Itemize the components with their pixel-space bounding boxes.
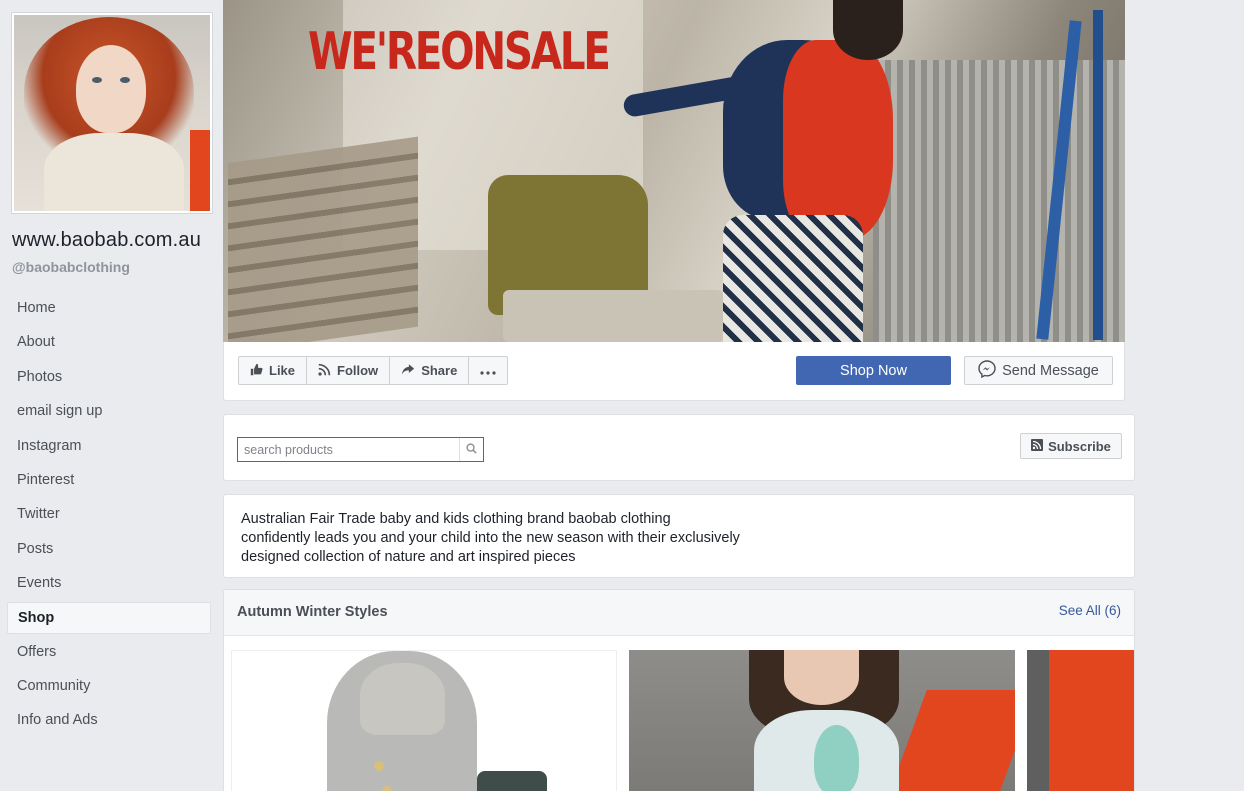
search-products-input[interactable] xyxy=(238,438,459,461)
page-action-bar: Like Follow Share Shop Now Send Message xyxy=(223,342,1125,401)
thumbs-up-icon xyxy=(250,363,263,379)
page-handle[interactable]: @baobabclothing xyxy=(12,259,130,275)
share-arrow-icon xyxy=(401,363,415,379)
like-button[interactable]: Like xyxy=(239,357,308,384)
page-nav: Home About Photos email sign up Instagra… xyxy=(7,291,211,738)
like-label: Like xyxy=(269,363,296,378)
send-message-button[interactable]: Send Message xyxy=(964,356,1113,385)
subscribe-label: Subscribe xyxy=(1048,438,1111,454)
collection-title[interactable]: Autumn Winter Styles xyxy=(237,604,388,620)
about-line: Australian Fair Trade baby and kids clot… xyxy=(241,511,671,527)
search-button[interactable] xyxy=(459,438,483,461)
nav-item-email-sign-up[interactable]: email sign up xyxy=(7,394,211,428)
profile-picture[interactable] xyxy=(11,12,213,214)
nav-item-posts[interactable]: Posts xyxy=(7,532,211,566)
product-collection-card: Autumn Winter Styles See All (6) xyxy=(223,589,1135,791)
nav-item-shop[interactable]: Shop xyxy=(7,601,211,634)
share-label: Share xyxy=(421,363,458,378)
about-description-card: Australian Fair Trade baby and kids clot… xyxy=(223,494,1135,578)
search-icon xyxy=(466,441,477,459)
follow-label: Follow xyxy=(337,363,379,378)
search-box xyxy=(237,437,484,462)
nav-item-info-and-ads[interactable]: Info and Ads xyxy=(7,703,211,737)
nav-item-events[interactable]: Events xyxy=(7,566,211,600)
page-actions-group: Like Follow Share xyxy=(238,356,509,385)
product-card[interactable] xyxy=(231,650,617,791)
more-icon xyxy=(480,363,496,378)
nav-item-pinterest[interactable]: Pinterest xyxy=(7,463,211,497)
nav-item-offers[interactable]: Offers xyxy=(7,635,211,669)
about-line: confidently leads you and your child int… xyxy=(241,530,740,546)
nav-item-twitter[interactable]: Twitter xyxy=(7,497,211,531)
collection-header: Autumn Winter Styles See All (6) xyxy=(224,590,1134,636)
about-line: designed collection of nature and art in… xyxy=(241,549,576,565)
nav-item-photos[interactable]: Photos xyxy=(7,360,211,394)
product-card[interactable] xyxy=(629,650,1015,791)
rss-icon xyxy=(318,363,331,379)
sale-banner-text: WE'REONSALE xyxy=(308,22,611,82)
messenger-icon xyxy=(978,359,996,382)
nav-item-home[interactable]: Home xyxy=(7,291,211,325)
shop-search-card: Subscribe xyxy=(223,414,1135,481)
shop-now-button[interactable]: Shop Now xyxy=(796,356,951,385)
nav-item-community[interactable]: Community xyxy=(7,669,211,703)
product-card[interactable] xyxy=(1027,650,1134,791)
see-all-link[interactable]: See All (6) xyxy=(1059,603,1121,618)
subscribe-button[interactable]: Subscribe xyxy=(1020,433,1122,459)
rss-icon xyxy=(1031,438,1044,454)
send-message-label: Send Message xyxy=(1002,362,1099,379)
cover-photo[interactable]: WE'REONSALE xyxy=(223,0,1125,342)
nav-item-about[interactable]: About xyxy=(7,325,211,359)
page-name[interactable]: www.baobab.com.au xyxy=(12,229,201,252)
share-button[interactable]: Share xyxy=(390,357,470,384)
follow-button[interactable]: Follow xyxy=(307,357,391,384)
more-button[interactable] xyxy=(469,357,507,384)
profile-photo xyxy=(14,15,210,211)
nav-item-instagram[interactable]: Instagram xyxy=(7,429,211,463)
